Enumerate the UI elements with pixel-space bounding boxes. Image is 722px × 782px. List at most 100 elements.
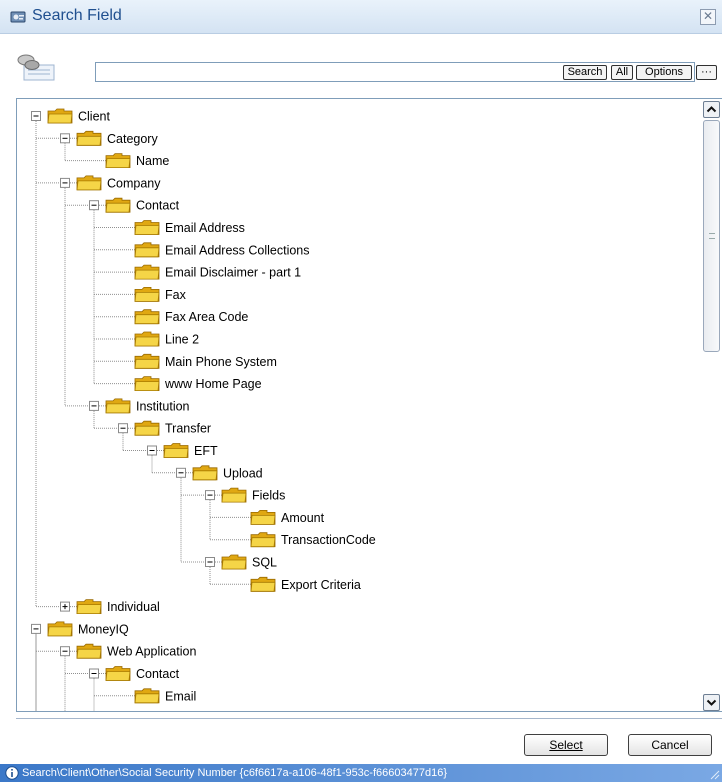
- collapse-icon[interactable]: [31, 623, 41, 634]
- expand-icon[interactable]: [60, 601, 70, 612]
- collapse-icon[interactable]: [89, 200, 99, 211]
- field-tree: Client Category Name Company Contact Email Ad…: [31, 108, 376, 711]
- tree-node-label: MoneyIQ: [78, 622, 129, 636]
- tree-node-label: EFT: [194, 444, 218, 458]
- tree-node[interactable]: Transfer: [94, 420, 211, 436]
- folder-icon: [47, 108, 73, 124]
- collapse-icon[interactable]: [89, 400, 99, 411]
- tree-node-label: TransactionCode: [281, 533, 376, 547]
- info-icon: [5, 766, 19, 780]
- scroll-thumb[interactable]: [703, 120, 720, 352]
- folder-icon: [192, 465, 218, 481]
- tree-node[interactable]: Client: [31, 108, 111, 124]
- tree-node[interactable]: Email Address: [94, 220, 245, 236]
- tree-node[interactable]: Contact: [65, 197, 180, 213]
- tree-node[interactable]: Fax: [94, 287, 187, 302]
- tree-node-label: Category: [107, 132, 158, 146]
- folder-icon: [221, 487, 247, 503]
- tree-node-label: Email Address Collections: [165, 243, 310, 257]
- collapse-icon[interactable]: [118, 423, 128, 434]
- tree-node[interactable]: Web Application: [36, 643, 196, 659]
- tree-node[interactable]: Export Criteria: [210, 576, 361, 592]
- folder-icon: [76, 643, 102, 659]
- tree-node[interactable]: Email Disclaimer - part 1: [94, 264, 301, 280]
- collapse-icon[interactable]: [60, 177, 70, 188]
- folder-icon: [250, 576, 276, 592]
- tree-node-label: Contact: [136, 199, 180, 213]
- search-button[interactable]: Search: [563, 65, 607, 80]
- more-button[interactable]: ···: [696, 65, 717, 80]
- title-bar: Search Field ✕: [0, 0, 722, 34]
- folder-icon: [250, 532, 276, 548]
- tree-node-label: Main Phone System: [165, 355, 277, 369]
- tree-node-label: SQL: [252, 556, 277, 570]
- all-button[interactable]: All: [611, 65, 633, 80]
- chevron-up-icon: [706, 106, 717, 113]
- collapse-icon[interactable]: [147, 445, 157, 456]
- cancel-button[interactable]: Cancel: [628, 734, 712, 756]
- vertical-scrollbar[interactable]: [703, 101, 720, 711]
- folder-icon: [250, 510, 276, 525]
- collapse-icon[interactable]: [31, 111, 41, 121]
- collapse-icon[interactable]: [205, 557, 215, 567]
- folder-icon: [76, 175, 102, 191]
- tree-node[interactable]: Line 2: [94, 331, 199, 347]
- close-icon: ✕: [702, 9, 714, 23]
- tree-node-label: Line 2: [165, 333, 199, 347]
- resize-grip-icon[interactable]: [708, 768, 720, 780]
- scroll-up-button[interactable]: [703, 101, 720, 118]
- tree-node-label: Client: [78, 110, 110, 124]
- options-button[interactable]: Options: [636, 65, 692, 80]
- tree-node-label: Transfer: [165, 422, 211, 436]
- tree-node-label: Email: [165, 689, 196, 703]
- folder-icon: [134, 309, 160, 325]
- collapse-icon[interactable]: [205, 490, 215, 501]
- folder-icon: [134, 242, 160, 258]
- tree-node[interactable]: Email: [94, 688, 196, 704]
- tree-node[interactable]: TransactionCode: [210, 532, 376, 548]
- field-app-icon: [10, 11, 26, 23]
- folder-icon: [76, 599, 102, 614]
- collapse-icon[interactable]: [176, 467, 186, 478]
- tree-node[interactable]: EFT: [123, 443, 218, 459]
- collapse-icon[interactable]: [89, 668, 99, 679]
- select-button[interactable]: Select: [524, 734, 608, 756]
- tree-node-label: Individual: [107, 600, 160, 614]
- tree-node[interactable]: Main Phone System: [94, 353, 277, 369]
- tree-node[interactable]: Upload: [152, 465, 263, 481]
- close-button[interactable]: ✕: [700, 9, 716, 25]
- folder-icon: [134, 264, 160, 280]
- tree-node-label: Contact: [136, 667, 180, 681]
- tree-node[interactable]: Institution: [65, 398, 190, 414]
- tree-node[interactable]: Contact: [65, 666, 180, 682]
- folder-icon: [163, 443, 189, 458]
- folder-icon: [134, 220, 160, 235]
- folder-icon: [221, 554, 247, 570]
- tree-node[interactable]: Fax Area Code: [94, 309, 248, 325]
- tree-node-label: Email Address: [165, 221, 245, 235]
- tree-node-label: Company: [107, 176, 161, 190]
- status-bar: Search\Client\Other\Social Security Numb…: [0, 764, 722, 782]
- tree-node-label: Fax Area Code: [165, 310, 248, 324]
- divider: [16, 718, 722, 719]
- tree-node[interactable]: MoneyIQ: [31, 621, 129, 637]
- tree-node[interactable]: Company: [36, 175, 161, 191]
- tree-node[interactable]: Category: [36, 130, 158, 146]
- folder-icon: [47, 621, 73, 637]
- tree-node[interactable]: Amount: [210, 510, 325, 525]
- collapse-icon[interactable]: [60, 133, 70, 144]
- tree-node[interactable]: SQL: [181, 554, 277, 570]
- tree-node[interactable]: Fields: [181, 487, 285, 503]
- tree-node[interactable]: www Home Page: [94, 376, 262, 392]
- tree-node[interactable]: Individual: [36, 599, 160, 615]
- selected-path-text: Search\Client\Other\Social Security Numb…: [22, 767, 447, 779]
- tree-node-label: www Home Page: [164, 377, 262, 391]
- collapse-icon[interactable]: [60, 646, 70, 657]
- scroll-down-button[interactable]: [703, 694, 720, 711]
- tree-node[interactable]: Name: [65, 153, 169, 169]
- tree-node[interactable]: Email Address Collections: [94, 242, 310, 258]
- tree-node-label: Fax: [165, 288, 187, 302]
- folder-icon: [134, 331, 160, 347]
- chevron-down-icon: [706, 699, 717, 706]
- data-fields-icon: [17, 54, 55, 81]
